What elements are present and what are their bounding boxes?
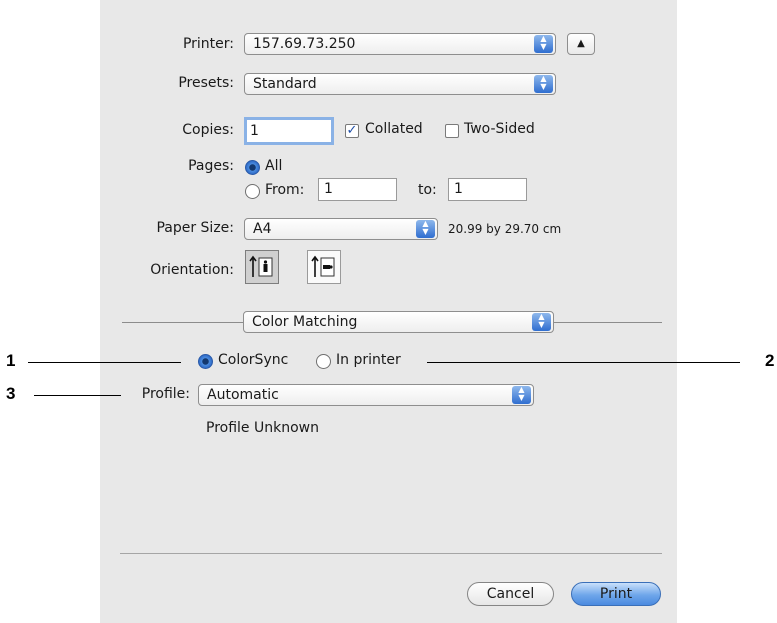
- pages-to-label: to:: [418, 182, 437, 198]
- print-button[interactable]: Print: [571, 582, 661, 606]
- callout-number-3: 3: [6, 384, 16, 403]
- section-popup[interactable]: Color Matching ▲ ▼: [243, 311, 554, 333]
- callout-line-1: [28, 362, 181, 363]
- pages-from-label: From:: [265, 182, 305, 198]
- pages-all-radio[interactable]: [245, 160, 260, 175]
- printer-popup[interactable]: 157.69.73.250 ▲ ▼: [244, 33, 556, 55]
- profile-popup[interactable]: Automatic ▲ ▼: [198, 384, 534, 406]
- collapse-details-button[interactable]: ▲: [567, 33, 595, 55]
- in-printer-label: In printer: [336, 352, 401, 368]
- copies-label: Copies:: [182, 122, 234, 138]
- two-sided-checkbox[interactable]: [445, 124, 459, 138]
- in-printer-radio[interactable]: [316, 354, 331, 369]
- orientation-label: Orientation:: [150, 262, 234, 278]
- popup-arrows-icon: ▲ ▼: [534, 75, 553, 93]
- paper-dimensions: 20.99 by 29.70 cm: [448, 222, 562, 236]
- presets-value: Standard: [253, 76, 317, 92]
- colorsync-radio[interactable]: [198, 354, 213, 369]
- popup-arrows-icon: ▲ ▼: [416, 220, 435, 238]
- pages-label: Pages:: [188, 158, 234, 174]
- copies-input[interactable]: 1: [244, 117, 334, 145]
- portrait-icon: [249, 255, 273, 277]
- two-sided-label: Two-Sided: [464, 121, 535, 137]
- callout-number-2: 2: [765, 351, 775, 370]
- presets-label: Presets:: [178, 75, 234, 91]
- profile-value: Automatic: [207, 387, 279, 403]
- popup-arrows-icon: ▲ ▼: [534, 35, 553, 53]
- profile-status: Profile Unknown: [206, 420, 319, 436]
- pages-from-radio[interactable]: [245, 184, 260, 199]
- callout-number-1: 1: [6, 351, 16, 370]
- profile-label: Profile:: [141, 386, 190, 402]
- pages-to-input[interactable]: 1: [448, 178, 527, 201]
- popup-arrows-icon: ▲ ▼: [512, 386, 531, 404]
- collated-label: Collated: [365, 121, 423, 137]
- paper-size-value: A4: [253, 221, 272, 237]
- cancel-button[interactable]: Cancel: [467, 582, 554, 606]
- printer-label: Printer:: [182, 36, 234, 52]
- colorsync-label: ColorSync: [218, 352, 289, 368]
- paper-size-label: Paper Size:: [156, 220, 234, 236]
- orientation-portrait-button[interactable]: [245, 250, 279, 284]
- bottom-divider: [120, 553, 662, 554]
- callout-line-3: [34, 395, 121, 396]
- paper-size-popup[interactable]: A4 ▲ ▼: [244, 218, 438, 240]
- landscape-icon: [311, 255, 335, 277]
- section-value: Color Matching: [252, 314, 358, 330]
- orientation-landscape-button[interactable]: [307, 250, 341, 284]
- callout-line-2: [427, 362, 740, 363]
- collated-checkbox[interactable]: ✓: [345, 124, 359, 138]
- popup-arrows-icon: ▲ ▼: [532, 313, 551, 331]
- presets-popup[interactable]: Standard ▲ ▼: [244, 73, 556, 95]
- pages-all-label: All: [265, 158, 283, 174]
- printer-value: 157.69.73.250: [253, 36, 356, 52]
- pages-from-input[interactable]: 1: [318, 178, 397, 201]
